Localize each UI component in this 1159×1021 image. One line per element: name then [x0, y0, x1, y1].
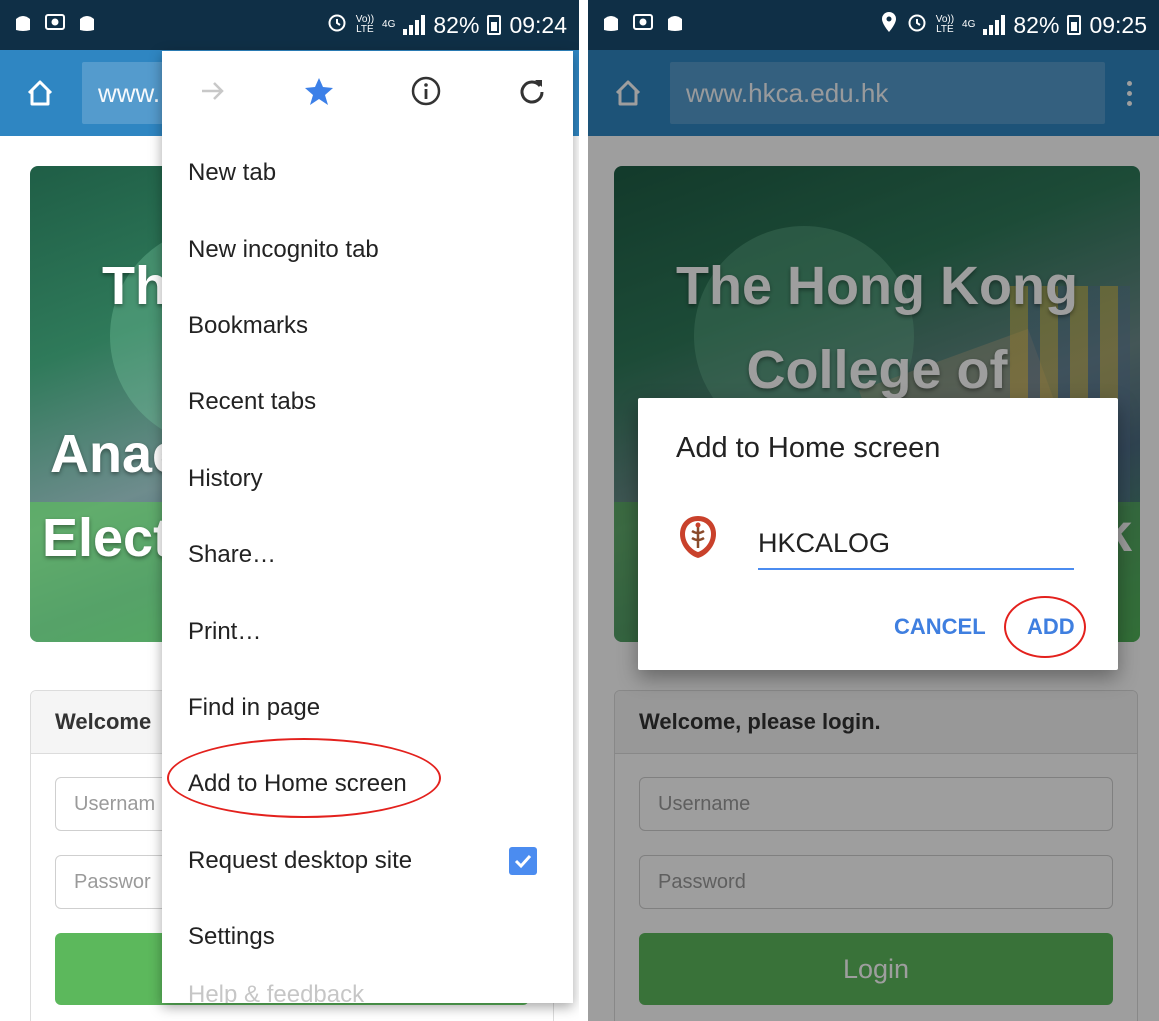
gallery-notification-icon [632, 11, 654, 39]
battery-percent: 82% [433, 11, 480, 38]
right-screenshot: Vo)) LTE 4G 82% 09:25 www.hkca.edu.hk The… [588, 0, 1159, 1021]
menu-item-new-incognito-tab[interactable]: New incognito tab [162, 211, 573, 287]
battery-percent: 82% [1013, 11, 1060, 38]
volte-indicator: Vo)) LTE [935, 14, 955, 35]
network-type: 4G [382, 19, 396, 30]
status-right: Vo)) LTE 4G 82% 09:24 [326, 11, 567, 39]
page-info-button[interactable] [410, 75, 442, 112]
menu-item-share[interactable]: Share… [162, 517, 573, 593]
url-text: www. [98, 77, 161, 108]
notification-app-icon [664, 11, 686, 39]
dialog-title: Add to Home screen [676, 432, 941, 464]
notification-app-icon [600, 11, 622, 39]
menu-item-help-feedback[interactable]: Help & feedback [162, 975, 573, 1003]
checkbox-checked-icon[interactable] [509, 846, 537, 875]
menu-item-settings[interactable]: Settings [162, 899, 573, 975]
alarm-icon [906, 11, 928, 39]
hkca-logo-icon [678, 514, 718, 560]
notification-app-icon [12, 11, 34, 39]
menu-item-request-desktop-site[interactable]: Request desktop site [162, 823, 573, 899]
menu-item-recent-tabs[interactable]: Recent tabs [162, 364, 573, 440]
cancel-button[interactable]: CANCEL [894, 614, 986, 640]
notification-icons [12, 11, 98, 39]
location-icon [880, 11, 898, 39]
menu-item-bookmarks[interactable]: Bookmarks [162, 288, 573, 364]
home-button[interactable] [18, 71, 62, 115]
notification-app-icon [76, 11, 98, 39]
reload-button[interactable] [517, 76, 547, 111]
screenshot-divider [579, 0, 588, 1021]
forward-button[interactable] [198, 76, 228, 111]
bookmark-button[interactable] [303, 75, 335, 112]
annotation-circle [167, 738, 441, 818]
info-icon [411, 76, 441, 105]
network-type: 4G [962, 19, 976, 30]
menu-item-print[interactable]: Print… [162, 593, 573, 669]
home-icon [27, 80, 53, 106]
menu-item-history[interactable]: History [162, 441, 573, 517]
star-icon [305, 77, 333, 105]
left-screenshot: Vo)) LTE 4G 82% 09:24 www. Th Anae Elect … [0, 0, 579, 1021]
annotation-circle [1004, 596, 1086, 658]
alarm-icon [326, 11, 348, 39]
browser-overflow-menu: New tab New incognito tab Bookmarks Rece… [162, 51, 573, 1003]
signal-icon [983, 15, 1006, 35]
clock: 09:24 [509, 11, 567, 38]
forward-arrow-icon [202, 81, 224, 100]
gallery-notification-icon [44, 11, 66, 39]
shortcut-name-input[interactable]: HKCALOG [758, 518, 1074, 570]
clock: 09:25 [1089, 11, 1147, 38]
battery-charging-icon [487, 15, 502, 35]
status-bar: Vo)) LTE 4G 82% 09:25 [588, 0, 1159, 50]
volte-indicator: Vo)) LTE [355, 14, 375, 35]
menu-icon-row [162, 51, 573, 135]
menu-item-new-tab[interactable]: New tab [162, 135, 573, 211]
status-right: Vo)) LTE 4G 82% 09:25 [880, 11, 1147, 39]
menu-item-find-in-page[interactable]: Find in page [162, 670, 573, 746]
notification-icons [600, 11, 686, 39]
battery-charging-icon [1067, 15, 1082, 35]
refresh-icon [520, 79, 544, 103]
signal-icon [403, 15, 426, 35]
status-bar: Vo)) LTE 4G 82% 09:24 [0, 0, 579, 50]
